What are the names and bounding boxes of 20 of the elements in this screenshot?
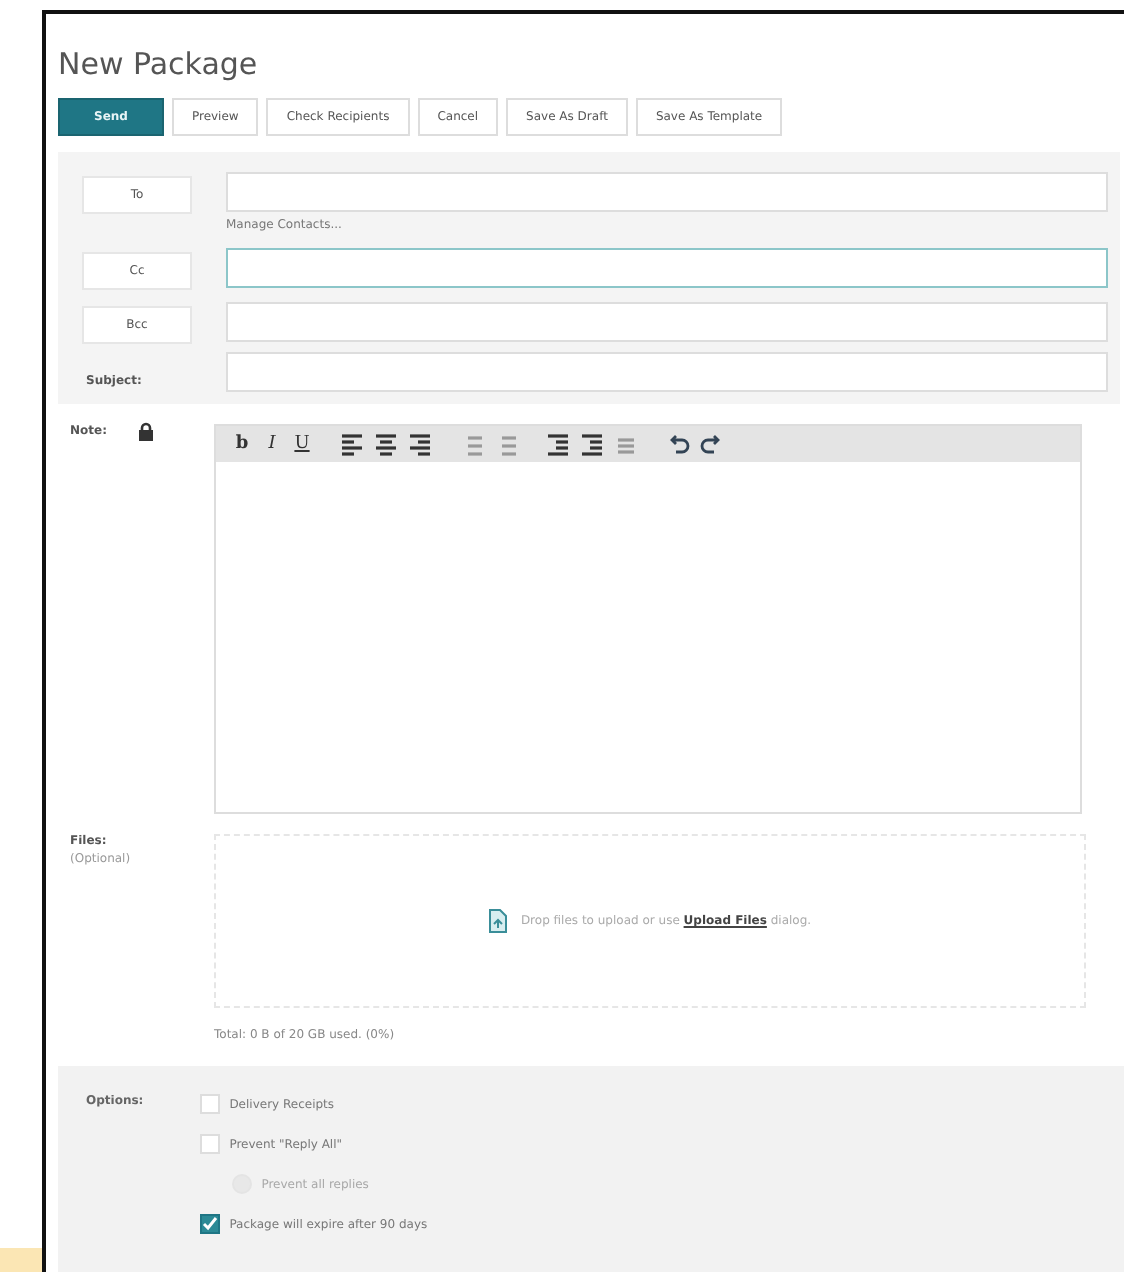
background-strip <box>0 1248 42 1272</box>
upload-icon <box>488 908 509 934</box>
input-field[interactable] <box>226 301 1108 341</box>
page-title: New Package <box>58 46 260 82</box>
align-center-icon[interactable] <box>374 432 398 456</box>
format-button[interactable]: I <box>262 434 282 454</box>
input-field[interactable] <box>226 171 1108 211</box>
format-button[interactable]: U <box>292 434 312 454</box>
outdent-icon[interactable] <box>546 432 570 456</box>
lock-icon <box>138 422 155 442</box>
align-left-icon[interactable] <box>340 432 364 456</box>
input-field[interactable] <box>226 247 1108 287</box>
note-editor[interactable]: b I U <box>214 424 1082 814</box>
indent-icon[interactable] <box>580 432 604 456</box>
check-icon <box>201 1216 218 1232</box>
redo-icon[interactable] <box>700 432 724 456</box>
input-field[interactable] <box>226 352 1108 392</box>
align-right-icon[interactable] <box>408 432 432 456</box>
undo-icon[interactable] <box>666 432 690 456</box>
format-button[interactable]: b <box>232 434 252 454</box>
